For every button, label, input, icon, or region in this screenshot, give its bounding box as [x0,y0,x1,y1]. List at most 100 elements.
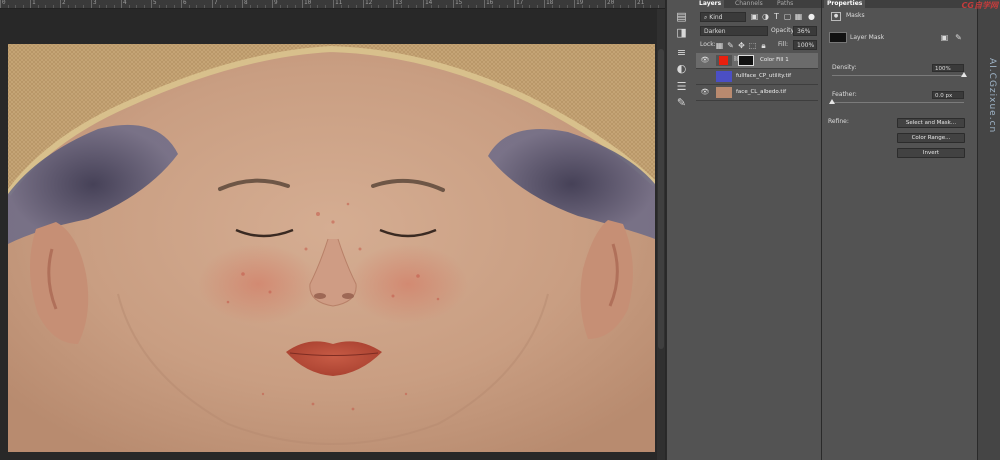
density-label: Density: [832,64,857,71]
ruler-minor-tick [643,5,644,8]
ruler-minor-tick [68,5,69,8]
layer-name: Color Fill 1 [760,57,789,63]
ruler-minor-tick [189,5,190,8]
select-pixel-mask-icon[interactable]: ▣ [940,33,949,42]
ruler-minor-tick [371,5,372,8]
ruler-tick [151,0,152,8]
ruler-minor-tick [250,5,251,8]
ruler-minor-tick [620,5,621,8]
ruler-tick [484,0,485,8]
properties-icon[interactable]: ☰ [674,80,689,93]
feather-slider-knob[interactable] [829,99,835,104]
layers-panel: Layers Channels Paths ⌕ Kind ▣ ◑ T ▢ ▦ ●… [696,0,822,460]
horizontal-ruler: 0 1 2 3 4 5 6 7 8 9 10 11 12 13 14 15 16 17 18 19 20 21 [0,0,665,9]
layer-mask-thumbnail[interactable] [738,55,754,66]
filter-adjustment-icon[interactable]: ◑ [761,12,770,21]
ruler-tick [181,0,182,8]
tab-layers[interactable]: Layers [696,0,725,8]
ruler-number: 9 [274,0,278,6]
layer-row-color-fill-1[interactable]: 👁︎ ⛓ Color Fill 1 [696,53,818,69]
ruler-number: 5 [153,0,157,6]
ruler-minor-tick [99,5,100,8]
density-slider-track[interactable] [832,75,964,76]
ruler-minor-tick [129,5,130,8]
ruler-minor-tick [446,5,447,8]
density-slider-knob[interactable] [961,72,967,77]
layer-name: fullface_CP_utility.tif [736,73,792,79]
filter-toggle-icon[interactable]: ● [807,12,816,21]
lock-position-icon[interactable]: ✥ [737,41,746,50]
eye-icon[interactable]: 👁︎ [700,56,710,64]
layer-thumbnail [716,71,732,82]
fill-color-swatch[interactable] [719,56,728,65]
ruler-minor-tick [567,5,568,8]
panel-icon-strip: ▤ ◨ ≡ ◐ ☰ ✎ [666,0,697,460]
ruler-minor-tick [408,5,409,8]
ruler-tick [91,0,92,8]
blend-mode-select[interactable]: Darken [700,26,768,36]
paths-icon[interactable]: ≡ [674,46,689,59]
lock-all-icon[interactable]: 🔒︎ [759,41,768,50]
ruler-number: 0 [2,0,6,6]
scrollbar-thumb[interactable] [658,49,664,349]
lock-transparent-icon[interactable]: ▦ [715,41,724,50]
layer-row-fullface-utility[interactable]: · fullface_CP_utility.tif [696,69,818,85]
filter-kind-label: Kind [709,14,723,21]
ruler-tick [0,0,1,8]
lock-artboard-icon[interactable]: ⬚ [748,41,757,50]
filter-shape-icon[interactable]: ▢ [783,12,792,21]
layer-filter-select[interactable]: ⌕ Kind [700,12,746,22]
fill-input[interactable]: 100% [793,40,817,50]
face-texture-image [8,44,655,452]
ruler-minor-tick [325,5,326,8]
ruler-tick [121,0,122,8]
document-canvas[interactable] [8,44,655,452]
ruler-minor-tick [227,5,228,8]
filter-type-icon[interactable]: T [772,12,781,21]
adjustments-icon[interactable]: ◐ [674,62,689,75]
link-icon[interactable]: ⛓ [733,56,739,64]
ruler-minor-tick [166,5,167,8]
tab-properties[interactable]: Properties [824,0,866,8]
ruler-tick [423,0,424,8]
canvas-vertical-scrollbar[interactable] [657,9,665,460]
ruler-minor-tick [356,5,357,8]
color-range-button[interactable]: Color Range... [897,133,965,143]
ruler-minor-tick [476,5,477,8]
ruler-minor-tick [416,5,417,8]
refine-label: Refine: [828,118,849,125]
channels-icon[interactable]: ◨ [674,26,689,39]
ruler-tick [60,0,61,8]
tab-channels[interactable]: Channels [732,0,766,8]
mask-icon: ● [831,12,841,21]
ruler-minor-tick [589,5,590,8]
layers-icon[interactable]: ▤ [674,10,689,23]
ruler-number: 7 [214,0,218,6]
feather-input[interactable]: 0.0 px [932,91,964,99]
ruler-minor-tick [499,5,500,8]
lock-pixels-icon[interactable]: ✎ [726,41,735,50]
ruler-minor-tick [348,5,349,8]
eye-icon[interactable]: 👁︎ [700,88,710,96]
brush-icon[interactable]: ✎ [674,96,689,109]
opacity-label: Opacity: [771,27,796,34]
ruler-minor-tick [45,5,46,8]
filter-pixel-icon[interactable]: ▣ [750,12,759,21]
tab-paths[interactable]: Paths [774,0,796,8]
ruler-minor-tick [295,5,296,8]
ruler-minor-tick [38,5,39,8]
opacity-input[interactable]: 36% [793,26,817,36]
select-and-mask-button[interactable]: Select and Mask... [897,118,965,128]
ruler-minor-tick [522,5,523,8]
ruler-tick [242,0,243,8]
properties-panel: Properties ● Masks Layer Mask ▣ ✎ Densit… [822,0,978,460]
ruler-minor-tick [559,5,560,8]
layer-name: face_CL_albedo.tif [736,89,787,95]
filter-smart-object-icon[interactable]: ▦ [794,12,803,21]
density-input[interactable]: 100% [932,64,964,72]
add-vector-mask-icon[interactable]: ✎ [954,33,963,42]
invert-button[interactable]: Invert [897,148,965,158]
layer-row-face-albedo[interactable]: 👁︎ face_CL_albedo.tif [696,85,818,101]
ruler-tick [453,0,454,8]
feather-slider-track[interactable] [832,102,964,103]
